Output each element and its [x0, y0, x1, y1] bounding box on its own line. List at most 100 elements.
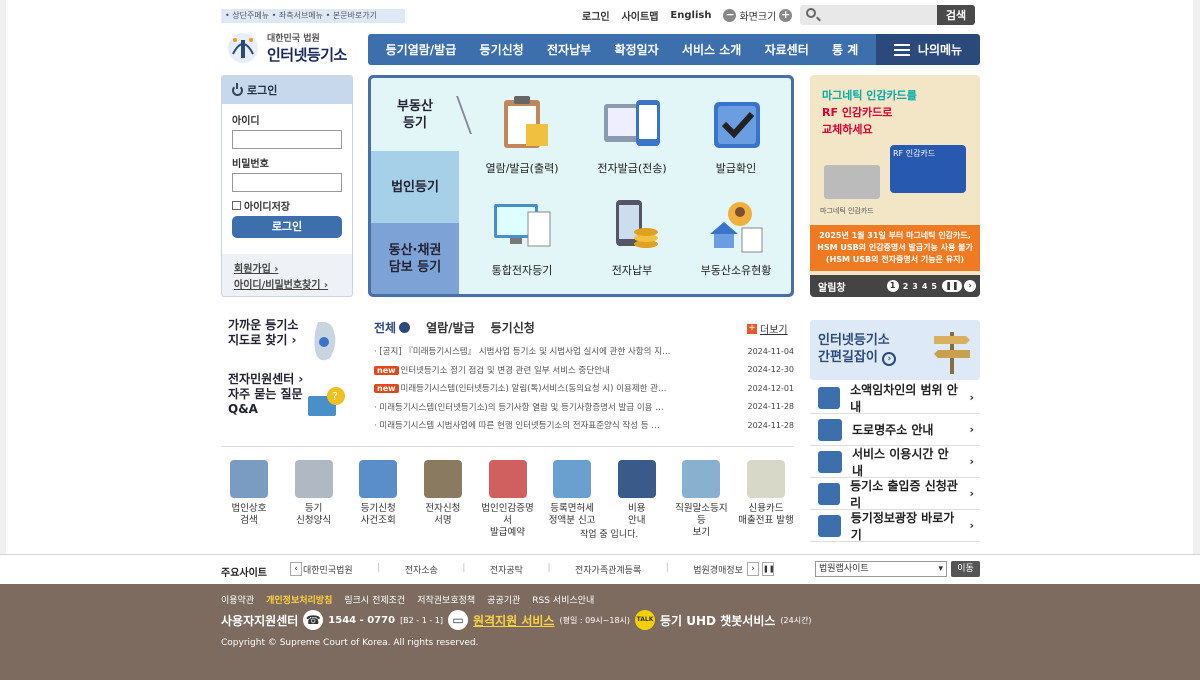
shortcut-item[interactable]: 서비스 이용시간 안내 ›	[810, 446, 980, 478]
sitemap-link[interactable]: 사이트맵	[622, 8, 659, 23]
english-link[interactable]: English	[670, 10, 711, 21]
notice-item[interactable]: · 미래등기시스템(인터넷등기소)의 등기사항 열람 및 등기사항증명서 발급 …	[374, 398, 794, 417]
chevron-right-icon: ›	[969, 391, 974, 404]
banner-page-1[interactable]: 1	[886, 280, 899, 292]
search-input[interactable]	[800, 5, 937, 25]
korea-map-icon	[308, 318, 342, 366]
footer-link[interactable]: 개인정보처리방침	[266, 593, 332, 606]
service-integrated[interactable]: 통합전자등기	[467, 198, 577, 278]
banner-page-4[interactable]: 4	[922, 282, 928, 291]
nav-item-service-intro[interactable]: 서비스 소개	[682, 41, 741, 58]
find-office-title[interactable]: 가까운 등기소	[228, 318, 368, 333]
service-e-payment[interactable]: 전자납부	[577, 198, 687, 278]
more-link[interactable]: + 더보기	[747, 321, 788, 336]
e-civil-center-link[interactable]: 전자민원센터 ›	[228, 372, 368, 387]
nav-item-resources[interactable]: 자료센터	[765, 41, 809, 58]
checkbox-icon[interactable]	[232, 201, 241, 210]
shortcut-item[interactable]: 등기소 출입증 신청관리 ›	[810, 478, 980, 510]
shortcut-label: 서비스 이용시간 안내	[851, 446, 949, 478]
site-logo[interactable]: 대한민국 법원 인터넷등기소	[225, 28, 365, 68]
quick-item[interactable]: 직원말소등지등 보기	[673, 458, 729, 539]
footer-link[interactable]: 공공기관	[487, 593, 520, 606]
service-e-issue[interactable]: 전자발급(전송)	[577, 96, 687, 176]
service-verify[interactable]: 발급확인	[681, 96, 791, 176]
zoom-in-icon[interactable]: +	[779, 8, 793, 22]
banner-page-5[interactable]: 5	[931, 282, 937, 291]
shortcut-item[interactable]: 소액임차인의 범위 안내 ›	[810, 382, 980, 414]
shortcut-item[interactable]: 도로명주소 안내 ›	[810, 414, 980, 446]
footer-link[interactable]: 이용약관	[221, 593, 254, 606]
service-e-payment-label: 전자납부	[611, 264, 653, 277]
service-integrated-label: 통합전자등기	[491, 264, 553, 277]
service-e-issue-label: 전자발급(전송)	[597, 162, 667, 175]
tab-application[interactable]: 등기신청	[491, 319, 535, 336]
promo-banner[interactable]: 마그네틱 인감카드를 RF 인감카드로 교체하세요 RF 인감카드 마그네틱 인…	[810, 75, 980, 297]
tax-report-icon	[553, 460, 592, 498]
banner-pause-icon[interactable]: ❚❚	[942, 280, 962, 292]
banner-page-2[interactable]: 2	[903, 282, 909, 291]
rf-card-label: RF 인감카드	[893, 149, 936, 158]
service-view-issue[interactable]: 열람/발급(출력)	[467, 96, 577, 176]
shortcut-item[interactable]: 등기정보광장 바로가기 ›	[810, 510, 980, 542]
nav-item-statistics[interactable]: 통 계	[832, 41, 858, 58]
family-site-link[interactable]: 전자소송	[405, 563, 438, 576]
tab-all[interactable]: 전체	[374, 319, 411, 336]
quick-item[interactable]: 신용카드 매출전표 발행	[738, 458, 794, 539]
find-account-link[interactable]: 아이디/비밀번호찾기 ›	[234, 278, 340, 294]
search-button[interactable]: 검색	[937, 5, 975, 25]
footer-link[interactable]: 링크시 전제조건	[344, 593, 405, 606]
footer-link[interactable]: RSS 서비스안내	[532, 593, 594, 606]
tab-view-issue[interactable]: 열람/발급	[426, 319, 475, 336]
quick-item[interactable]: 법인상호 검색	[221, 458, 277, 539]
notice-item[interactable]: new 미래등기시스템(인터넷등기소) 알림(톡)서비스(동의요청 시) 이용제한…	[374, 379, 794, 398]
login-link[interactable]: 로그인	[582, 8, 610, 23]
page: • 상단주메뉴 • 좌측서브메뉴 • 본문바로가기 로그인 사이트맵 Engli…	[0, 0, 1200, 680]
alarm-label: 알림창	[818, 282, 846, 294]
id-field[interactable]	[232, 130, 342, 149]
zoom-out-icon[interactable]: −	[723, 8, 737, 22]
quick-item[interactable]: 전자신청 서명	[415, 458, 471, 539]
family-site-link[interactable]: 법원경매정보	[693, 563, 743, 576]
nav-item-fixed-date[interactable]: 확정일자	[614, 41, 658, 58]
family-site-link[interactable]: 전자가족관계등록	[575, 563, 641, 576]
footer-link[interactable]: 저작권보호정책	[417, 593, 475, 606]
separator: |	[665, 563, 669, 573]
pause-icon[interactable]: ❚❚	[762, 562, 775, 576]
support-center: 사용자지원센터 ☎ 1544 - 0770 [B2 - 1 - 1] ▭ 원격지…	[221, 610, 812, 630]
my-menu-button[interactable]: 나의메뉴	[876, 34, 980, 65]
tab-corporate-label: 법인등기	[391, 179, 439, 195]
join-link[interactable]: 회원가입 ›	[234, 262, 340, 278]
banner-next-icon[interactable]: ›	[964, 280, 976, 292]
login-button[interactable]: 로그인	[232, 216, 342, 238]
banner-page-3[interactable]: 3	[912, 282, 918, 291]
quick-item[interactable]: 등기 신청양식	[286, 458, 342, 539]
family-site-link[interactable]: 전자공탁	[490, 563, 523, 576]
chatbot-link[interactable]: 등기 UHD 챗봇서비스	[660, 612, 775, 629]
easy-guide-banner[interactable]: 인터넷등기소 간편길잡이 ›	[810, 320, 980, 380]
notice-item[interactable]: · [공지] 『미래등기시스템』 시범사업 등기소 및 시범사업 실시에 관한 …	[374, 342, 794, 361]
service-ownership[interactable]: 부동산소유현황	[681, 198, 791, 278]
chevron-right-icon[interactable]: ›	[747, 562, 759, 576]
quick-item[interactable]: 법인인감증명서 발급예약	[480, 458, 536, 539]
notice-item[interactable]: new 인터넷등기소 정기 점검 및 변경 관련 일부 서비스 중단안내 2024-…	[374, 361, 794, 380]
family-site-link[interactable]: 대한민국법원	[303, 563, 353, 576]
login-title: 로그인	[247, 84, 278, 97]
find-office-map-link[interactable]: 지도로 찾기 ›	[228, 333, 368, 348]
save-id-checkbox[interactable]: 아이디저장	[232, 198, 342, 213]
password-field[interactable]	[232, 173, 342, 192]
quick-item-label: 비용 안내	[628, 503, 646, 526]
chatbot-hours: (24시간)	[780, 615, 812, 625]
nav-item-view-issue[interactable]: 등기열람/발급	[386, 41, 457, 58]
remote-support-link[interactable]: 원격지원 서비스	[473, 612, 554, 629]
notice-item[interactable]: · 미래등기시스템 시범사업에 따른 현행 인터넷등기소의 전자표준양식 작성 …	[374, 416, 794, 435]
skip-links[interactable]: • 상단주메뉴 • 좌측서브메뉴 • 본문바로가기	[221, 9, 405, 23]
quick-item[interactable]: 등기신청 사건조회	[350, 458, 406, 539]
court-sites-select[interactable]: 법원랩사이트 ▾	[815, 561, 947, 577]
phone-icon: ☎	[303, 610, 324, 630]
go-button[interactable]: 이동	[951, 561, 980, 577]
nav-item-payment[interactable]: 전자납부	[547, 41, 591, 58]
nav-item-application[interactable]: 등기신청	[480, 41, 524, 58]
chevron-left-icon[interactable]: ‹	[290, 562, 302, 576]
tab-corporate[interactable]: 법인등기	[371, 151, 459, 223]
tab-movable[interactable]: 동산·채권 담보 등기	[371, 223, 459, 294]
